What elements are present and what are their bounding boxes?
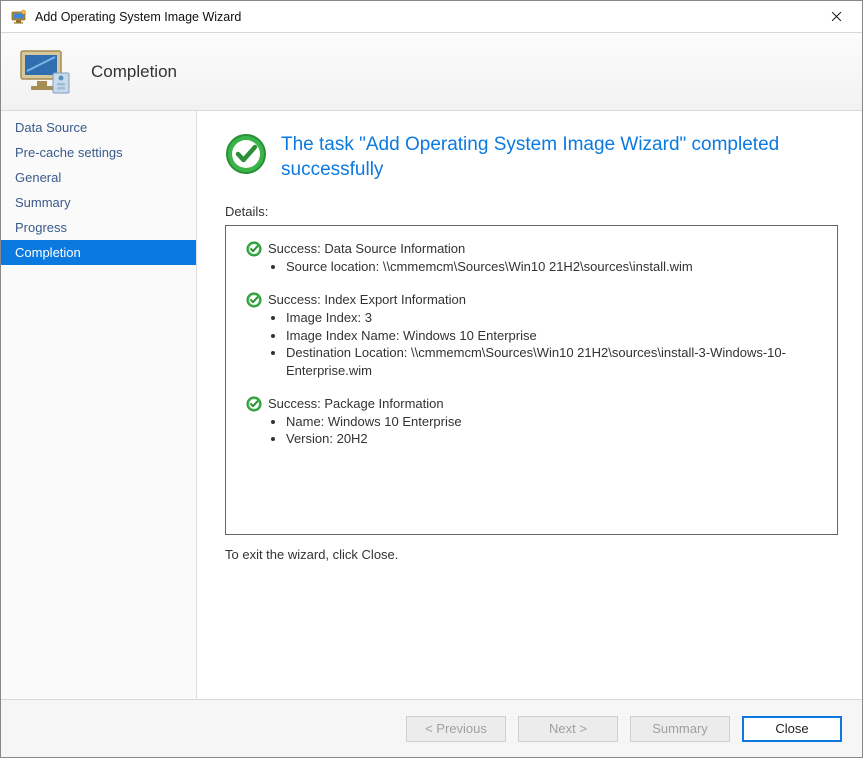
details-label: Details: — [225, 204, 838, 219]
section-items: Image Index: 3Image Index Name: Windows … — [286, 309, 821, 379]
success-icon — [246, 241, 262, 257]
wizard-banner: Completion — [1, 33, 862, 111]
section-item: Destination Location: \\cmmemcm\Sources\… — [286, 344, 821, 379]
headline-row: The task "Add Operating System Image Wiz… — [225, 133, 838, 182]
section-item: Image Index Name: Windows 10 Enterprise — [286, 327, 821, 345]
details-section: Success: Package InformationName: Window… — [246, 395, 821, 448]
success-icon — [225, 133, 267, 175]
sidebar-item-summary[interactable]: Summary — [1, 190, 196, 215]
summary-button: Summary — [630, 716, 730, 742]
section-title: Success: Index Export Information — [268, 291, 466, 309]
success-icon — [246, 396, 262, 412]
section-item: Version: 20H2 — [286, 430, 821, 448]
section-header: Success: Index Export Information — [246, 291, 821, 309]
section-item: Source location: \\cmmemcm\Sources\Win10… — [286, 258, 821, 276]
sidebar-item-pre-cache-settings[interactable]: Pre-cache settings — [1, 140, 196, 165]
details-section: Success: Data Source InformationSource l… — [246, 240, 821, 275]
footer: < Previous Next > Summary Close — [1, 699, 862, 757]
sidebar-item-data-source[interactable]: Data Source — [1, 115, 196, 140]
next-button: Next > — [518, 716, 618, 742]
sidebar-item-progress[interactable]: Progress — [1, 215, 196, 240]
window-title: Add Operating System Image Wizard — [35, 10, 816, 24]
section-title: Success: Package Information — [268, 395, 444, 413]
sidebar-item-completion[interactable]: Completion — [1, 240, 196, 265]
section-items: Name: Windows 10 EnterpriseVersion: 20H2 — [286, 413, 821, 448]
details-section: Success: Index Export InformationImage I… — [246, 291, 821, 379]
section-header: Success: Data Source Information — [246, 240, 821, 258]
details-box[interactable]: Success: Data Source InformationSource l… — [225, 225, 838, 535]
sidebar-item-general[interactable]: General — [1, 165, 196, 190]
monitor-icon — [17, 47, 73, 97]
close-window-button[interactable] — [816, 2, 856, 32]
exit-hint: To exit the wizard, click Close. — [225, 547, 838, 562]
section-item: Name: Windows 10 Enterprise — [286, 413, 821, 431]
close-button[interactable]: Close — [742, 716, 842, 742]
section-title: Success: Data Source Information — [268, 240, 465, 258]
title-bar: Add Operating System Image Wizard — [1, 1, 862, 33]
section-items: Source location: \\cmmemcm\Sources\Win10… — [286, 258, 821, 276]
section-header: Success: Package Information — [246, 395, 821, 413]
content-pane: The task "Add Operating System Image Wiz… — [197, 111, 862, 699]
headline: The task "Add Operating System Image Wiz… — [281, 133, 838, 182]
sidebar: Data SourcePre-cache settingsGeneralSumm… — [1, 111, 197, 699]
step-title: Completion — [91, 62, 177, 82]
success-icon — [246, 292, 262, 308]
previous-button: < Previous — [406, 716, 506, 742]
app-icon — [11, 9, 27, 25]
main-row: Data SourcePre-cache settingsGeneralSumm… — [1, 111, 862, 699]
section-item: Image Index: 3 — [286, 309, 821, 327]
